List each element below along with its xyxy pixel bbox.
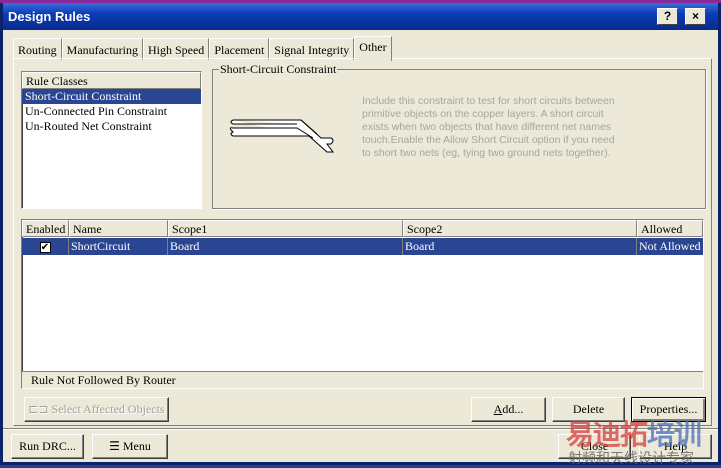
tab-panel: Rule Classes Short-Circuit Constraint Un…	[13, 58, 712, 426]
tab-signal-integrity[interactable]: Signal Integrity	[269, 38, 355, 60]
tab-other[interactable]: Other	[354, 36, 392, 61]
enabled-cell: ✔	[22, 238, 69, 255]
close-title-button[interactable]: ×	[685, 8, 706, 25]
select-icon: ⊏⊐	[28, 402, 52, 416]
help-button[interactable]: Help	[639, 434, 712, 459]
select-affected-objects-button: ⊏⊐ Select Affected Objects	[24, 397, 169, 422]
table-row[interactable]: ✔ ShortCircuit Board Board Not Allowed	[22, 238, 703, 255]
help-title-button[interactable]: ?	[657, 8, 678, 25]
table-header: Enabled Name Scope1 Scope2 Allowed	[22, 220, 703, 237]
separator	[3, 428, 718, 430]
tab-bar: Routing Manufacturing High Speed Placeme…	[13, 36, 392, 61]
tab-manufacturing[interactable]: Manufacturing	[61, 38, 143, 60]
tab-routing[interactable]: Routing	[13, 38, 62, 60]
short-circuit-traces-icon	[229, 119, 334, 153]
scope2-cell: Board	[403, 238, 637, 255]
constraint-group: Short-Circuit Constraint Include this co…	[212, 62, 706, 209]
menu-icon: ☰	[109, 439, 120, 453]
name-cell: ShortCircuit	[69, 238, 168, 255]
close-button[interactable]: Close	[558, 434, 631, 459]
column-allowed[interactable]: Allowed	[637, 220, 703, 237]
column-scope2[interactable]: Scope2	[403, 220, 637, 237]
add-button-label: Add...	[493, 402, 524, 416]
menu-button[interactable]: ☰ Menu	[92, 434, 168, 459]
properties-button[interactable]: Properties...	[631, 397, 706, 422]
window-title: Design Rules	[8, 9, 91, 24]
rule-class-item[interactable]: Short-Circuit Constraint	[22, 89, 201, 104]
allowed-cell: Not Allowed	[639, 239, 701, 253]
column-name[interactable]: Name	[69, 220, 168, 237]
rule-classes-header: Rule Classes	[22, 72, 201, 89]
column-enabled[interactable]: Enabled	[22, 220, 69, 237]
rule-status: Rule Not Followed By Router	[22, 371, 703, 388]
column-scope1[interactable]: Scope1	[168, 220, 403, 237]
constraint-title: Short-Circuit Constraint	[219, 62, 338, 77]
title-bar: Design Rules ? ×	[3, 3, 718, 30]
scope1-cell: Board	[168, 238, 403, 255]
design-rules-dialog: Design Rules ? × Routing Manufacturing H…	[0, 3, 721, 465]
tab-placement[interactable]: Placement	[209, 38, 270, 60]
rules-table: Enabled Name Scope1 Scope2 Allowed ✔ Sho…	[21, 219, 704, 389]
constraint-description: Include this constraint to test for shor…	[362, 95, 615, 159]
rule-class-item[interactable]: Un-Routed Net Constraint	[22, 119, 201, 134]
rule-class-item[interactable]: Un-Connected Pin Constraint	[22, 104, 201, 119]
rule-classes-list[interactable]: Rule Classes Short-Circuit Constraint Un…	[21, 71, 202, 209]
run-drc-button[interactable]: Run DRC...	[11, 434, 84, 459]
add-button[interactable]: Add...	[471, 397, 546, 422]
delete-button[interactable]: Delete	[552, 397, 625, 422]
enabled-checkbox[interactable]: ✔	[39, 242, 51, 253]
tab-high-speed[interactable]: High Speed	[142, 38, 210, 60]
